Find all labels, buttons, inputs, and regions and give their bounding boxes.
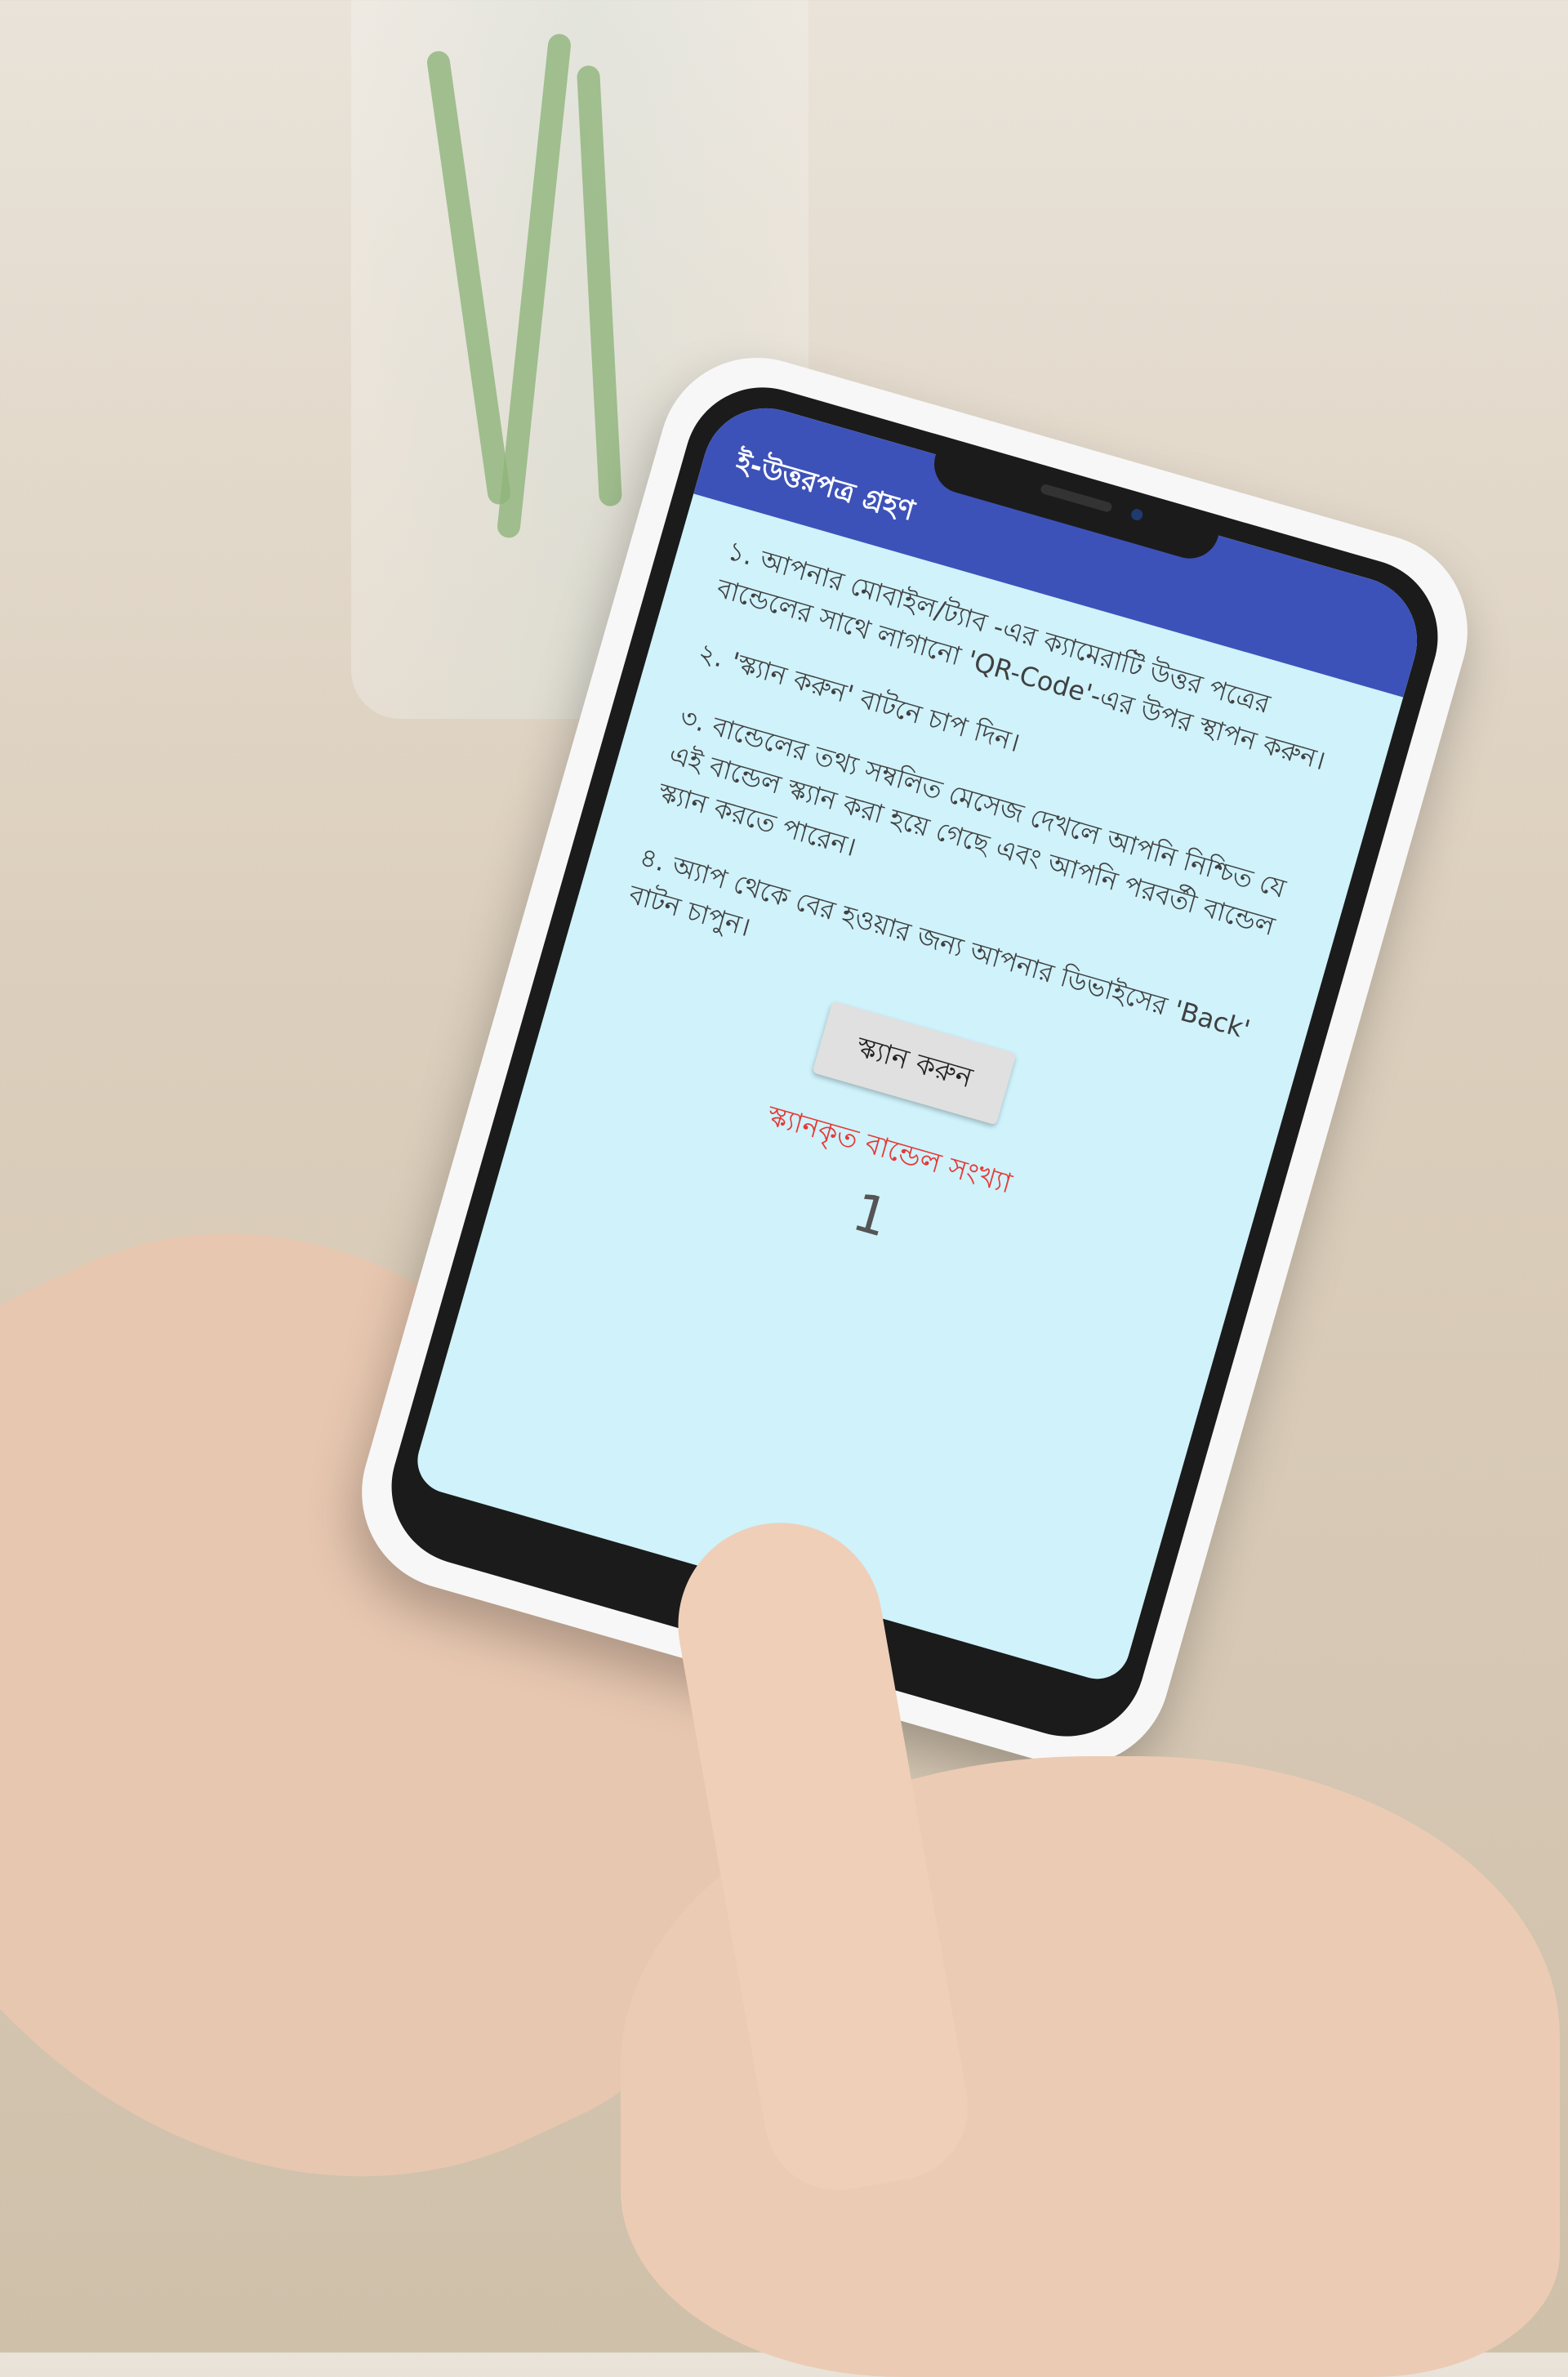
scan-button[interactable]: স্ক্যান করুন — [812, 1001, 1017, 1126]
